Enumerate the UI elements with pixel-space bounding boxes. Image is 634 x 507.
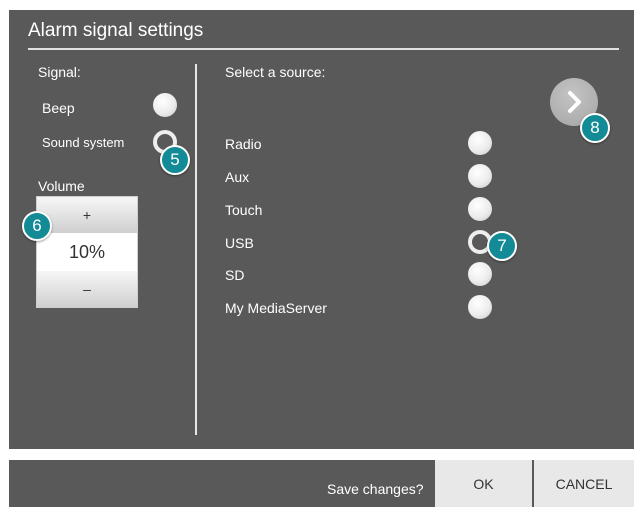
- volume-heading: Volume: [38, 178, 85, 194]
- signal-heading: Signal:: [38, 64, 81, 80]
- source-option-sd-radio[interactable]: [468, 262, 492, 286]
- source-option-sd-label: SD: [225, 267, 245, 283]
- column-divider: [195, 64, 197, 435]
- title-divider: [28, 48, 619, 50]
- callout-6: 6: [22, 211, 52, 241]
- save-prompt: Save changes?: [327, 481, 424, 497]
- volume-increase-button[interactable]: +: [37, 197, 137, 233]
- volume-value: 10%: [37, 233, 137, 271]
- callout-5: 5: [160, 145, 190, 175]
- signal-option-beep-radio[interactable]: [153, 93, 177, 117]
- volume-decrease-button[interactable]: –: [37, 271, 137, 307]
- callout-7: 7: [487, 231, 517, 261]
- dialog-title: Alarm signal settings: [28, 20, 204, 41]
- source-option-aux-radio[interactable]: [468, 164, 492, 188]
- ok-button[interactable]: OK: [435, 460, 532, 507]
- signal-option-beep-label: Beep: [42, 100, 75, 116]
- source-option-usb-label: USB: [225, 235, 254, 251]
- source-option-radio-label: Radio: [225, 136, 262, 152]
- volume-control: + 10% –: [37, 197, 137, 307]
- callout-8: 8: [580, 113, 610, 143]
- source-option-touch-radio[interactable]: [468, 197, 492, 221]
- source-heading: Select a source:: [225, 64, 326, 80]
- source-option-aux-label: Aux: [225, 169, 250, 185]
- source-option-touch-label: Touch: [225, 202, 263, 218]
- source-option-my-mediaserver-radio[interactable]: [468, 295, 492, 319]
- cancel-button[interactable]: CANCEL: [534, 460, 634, 507]
- source-option-my-mediaserver-label: My MediaServer: [225, 300, 327, 316]
- chevron-right-icon: [561, 89, 587, 115]
- signal-option-sound-system-label: Sound system: [42, 135, 125, 150]
- source-option-radio-radio[interactable]: [468, 131, 492, 155]
